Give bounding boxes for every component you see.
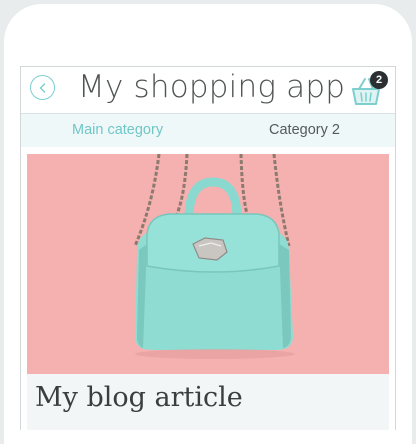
tab-category-2[interactable]: Category 2	[269, 114, 340, 147]
back-button[interactable]	[30, 75, 55, 100]
category-tabs: Main category Category 2	[21, 114, 395, 147]
tab-main-category[interactable]: Main category	[72, 114, 163, 147]
article-image	[27, 154, 389, 374]
cart-count-badge: 2	[370, 71, 388, 89]
app-screen: My shopping app 2 Main category Category…	[20, 66, 396, 430]
chevron-left-icon	[39, 82, 45, 93]
backpack-illustration	[27, 154, 389, 374]
article-title: My blog article	[35, 382, 243, 413]
app-header: My shopping app 2	[21, 67, 395, 114]
app-title: My shopping app	[78, 69, 346, 105]
blog-article-card[interactable]: My blog article	[27, 154, 389, 430]
